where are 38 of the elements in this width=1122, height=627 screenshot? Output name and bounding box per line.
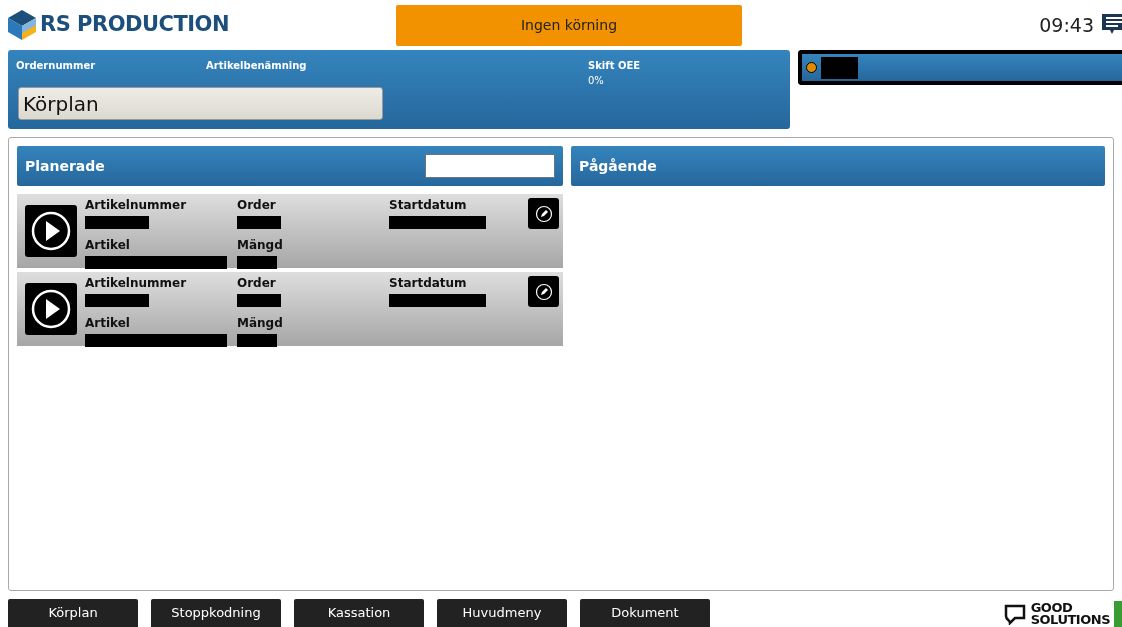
field-label: Mängd (237, 316, 284, 330)
field-label: Order (237, 276, 277, 290)
pencil-icon (534, 204, 553, 223)
field-label: Order (237, 198, 277, 212)
play-button[interactable] (25, 283, 77, 335)
field-label: Artikelnummer (85, 198, 188, 212)
field-label: Artikel (85, 316, 131, 330)
field-label: Artikelnummer (85, 276, 188, 290)
section-title: Pågående (579, 156, 657, 176)
nav-button[interactable]: Dokument (580, 599, 710, 627)
clock-time: 09:43 (1039, 12, 1094, 38)
edit-button[interactable] (528, 198, 559, 229)
brand-name: RS PRODUCTION (40, 11, 229, 39)
speech-icon (1002, 603, 1027, 625)
logo-icon (8, 10, 36, 40)
company-logo-text: GOOD SOLUTIONS (1030, 602, 1110, 626)
search-field[interactable] (425, 154, 555, 178)
play-button[interactable] (25, 205, 77, 257)
play-icon (31, 289, 71, 329)
field-label: Startdatum (389, 276, 468, 290)
play-icon (31, 211, 71, 251)
section-title: Planerade (25, 156, 105, 176)
field-label: Artikelbenämning (206, 59, 308, 73)
pencil-icon (534, 282, 553, 301)
nav-button[interactable]: Körplan (8, 599, 138, 627)
status-banner: Ingen körning (396, 4, 742, 46)
status-strip (1114, 601, 1122, 627)
field-label: Artikel (85, 238, 131, 252)
nav-button[interactable]: Huvudmeny (437, 599, 567, 627)
field-label: Mängd (237, 238, 284, 252)
field-label: Startdatum (389, 198, 468, 212)
edit-button[interactable] (528, 276, 559, 307)
field-label: Skift OEE (588, 59, 641, 73)
nav-button[interactable]: Kassation (294, 599, 424, 627)
oee-value: 0% (588, 74, 605, 88)
view-button[interactable]: Körplan (18, 87, 383, 120)
field-label: Ordernummer (16, 59, 97, 73)
nav-button[interactable]: Stoppkodning (151, 599, 281, 627)
